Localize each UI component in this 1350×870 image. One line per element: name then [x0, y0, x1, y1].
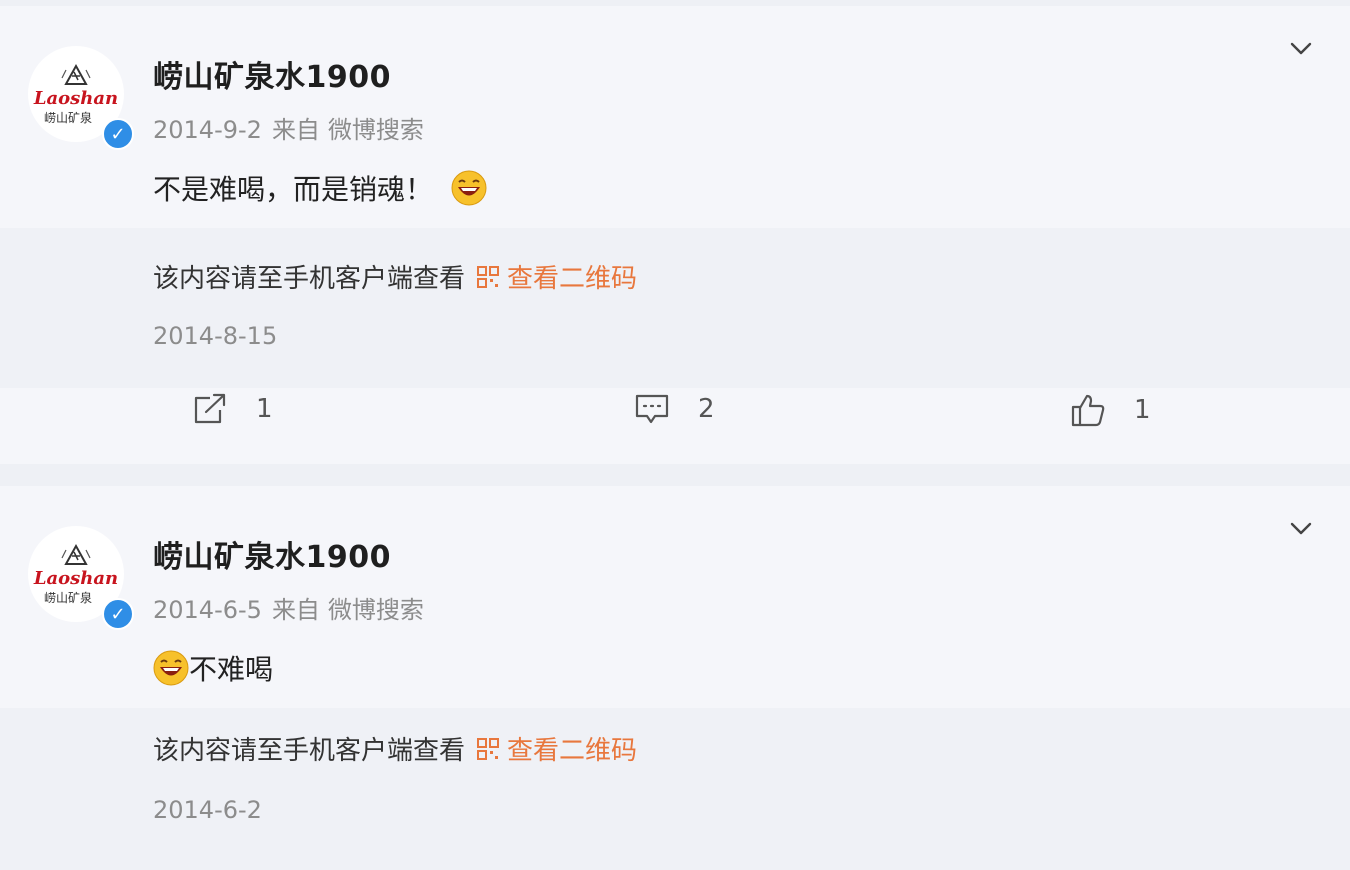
logo-wordmark: Laoshan	[33, 88, 118, 109]
laughing-emoji-icon	[451, 170, 487, 206]
repost-box[interactable]: 该内容请至手机客户端查看 查看二维码 2014-8-15	[0, 228, 1350, 388]
repost-message-text: 该内容请至手机客户端查看	[153, 736, 466, 766]
like-button[interactable]: 1	[1070, 392, 1151, 428]
laughing-emoji-icon	[153, 650, 189, 686]
repost-date[interactable]: 2014-8-15	[153, 322, 277, 350]
logo-wordmark: Laoshan	[33, 568, 118, 589]
view-qr-link[interactable]: 查看二维码	[477, 258, 637, 295]
comment-button[interactable]: 2	[634, 392, 715, 426]
qr-code-icon	[477, 737, 500, 760]
repost-message: 该内容请至手机客户端查看 查看二维码	[153, 730, 637, 767]
username[interactable]: 崂山矿泉水1900	[153, 532, 391, 576]
comment-count: 2	[698, 394, 715, 424]
avatar[interactable]: Laoshan 崂山矿泉 ✓	[28, 46, 134, 150]
username[interactable]: 崂山矿泉水1900	[153, 52, 391, 96]
avatar[interactable]: Laoshan 崂山矿泉 ✓	[28, 526, 134, 630]
post-text: 不是难喝，而是销魂！	[153, 168, 487, 208]
repost-date[interactable]: 2014-6-2	[153, 796, 262, 824]
post-text: 不难喝	[153, 648, 273, 688]
post-meta: 2014-9-2 来自 微博搜索	[153, 110, 424, 145]
repost-icon	[194, 393, 226, 424]
post-meta: 2014-6-5 来自 微博搜索	[153, 590, 424, 625]
source-prefix: 来自	[271, 116, 320, 144]
source-link[interactable]: 微博搜索	[328, 116, 424, 144]
verified-badge-icon: ✓	[102, 118, 134, 150]
post-date[interactable]: 2014-6-5	[153, 596, 262, 624]
repost-button[interactable]: 1	[192, 392, 273, 426]
post-date[interactable]: 2014-9-2	[153, 116, 262, 144]
post-text-content: 不难喝	[189, 653, 274, 686]
source-link[interactable]: 微博搜索	[328, 596, 424, 624]
repost-box[interactable]: 该内容请至手机客户端查看 查看二维码 2014-6-2	[0, 708, 1350, 870]
qr-code-icon	[477, 265, 500, 288]
repost-message: 该内容请至手机客户端查看 查看二维码	[153, 258, 637, 295]
action-bar: 1 2 1	[0, 392, 1350, 452]
view-qr-label: 查看二维码	[507, 736, 638, 766]
weibo-post: Laoshan 崂山矿泉 ✓ 崂山矿泉水1900 2014-9-2 来自 微博搜索 …	[0, 6, 1350, 464]
chevron-down-icon[interactable]	[1288, 36, 1314, 62]
view-qr-link[interactable]: 查看二维码	[477, 730, 637, 767]
view-qr-label: 查看二维码	[507, 264, 638, 294]
logo-cn-text: 崂山矿泉	[44, 111, 92, 125]
comment-icon	[635, 394, 669, 424]
post-text-content: 不是难喝，而是销魂！	[153, 173, 434, 206]
chevron-down-icon[interactable]	[1288, 516, 1314, 542]
like-count: 1	[1134, 395, 1151, 425]
weibo-post: Laoshan 崂山矿泉 ✓ 崂山矿泉水1900 2014-6-5 来自 微博搜索 …	[0, 486, 1350, 870]
source-prefix: 来自	[271, 596, 320, 624]
repost-count: 1	[256, 394, 273, 424]
thumbs-up-icon	[1071, 394, 1105, 427]
logo-cn-text: 崂山矿泉	[44, 591, 92, 605]
repost-message-text: 该内容请至手机客户端查看	[153, 264, 466, 294]
verified-badge-icon: ✓	[102, 598, 134, 630]
